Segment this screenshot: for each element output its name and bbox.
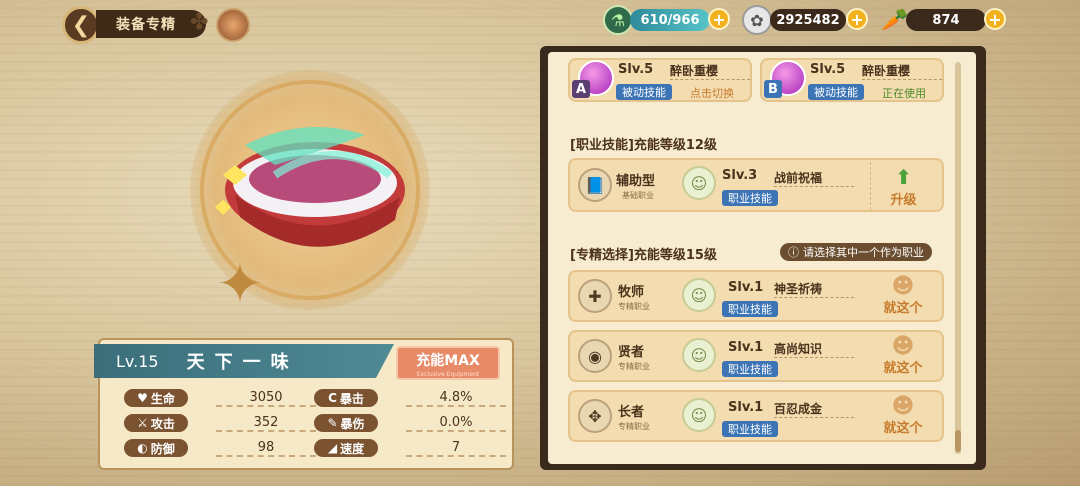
skill-b-type: 被动技能 xyxy=(808,84,864,100)
back-arrow-icon: ❮ xyxy=(71,12,91,38)
spec-skill-name: 百忍成金 xyxy=(774,400,854,418)
spec-skill-level: Slv.1 xyxy=(728,400,764,415)
sage-class-icon: ◉ xyxy=(578,339,612,373)
spec-skill-level: Slv.1 xyxy=(728,340,764,355)
pick-character-icon: ☻ xyxy=(891,334,915,359)
spec-skill-name: 神圣祈祷 xyxy=(774,280,854,298)
spec-skill-icon: ☺ xyxy=(682,398,716,432)
stat-row-speed: ◢ 速度 7 xyxy=(314,439,506,457)
coin-icon: ✿ xyxy=(742,5,772,35)
scrollbar[interactable] xyxy=(955,62,961,454)
skill-a-action[interactable]: 点击切换 xyxy=(690,85,734,101)
job-class-sub: 基础职业 xyxy=(622,191,654,200)
skill-b-action: 正在使用 xyxy=(882,87,926,100)
scrollbar-thumb[interactable] xyxy=(955,430,961,452)
spec-class-name: 长者 xyxy=(618,405,645,420)
elder-class-icon: ✥ xyxy=(578,399,612,433)
stat-row-atk: ⚔ 攻击 352 xyxy=(124,414,316,432)
priest-class-icon: ✚ xyxy=(578,279,612,313)
stat-row-crit-damage: ✎ 暴伤 0.0% xyxy=(314,414,506,432)
stamina-icon: ⚗ xyxy=(603,5,633,35)
equipment-level: Lv.15 xyxy=(116,351,159,371)
skill-a-name: 醉卧重樱 xyxy=(670,62,750,80)
stat-label-hp: ♥ 生命 xyxy=(124,389,188,407)
stat-label-crit: C 暴击 xyxy=(314,389,378,407)
job-skill-type: 职业技能 xyxy=(722,190,778,206)
charge-max-label: 充能MAX xyxy=(416,353,480,369)
clover-icon: ✤ xyxy=(190,10,209,35)
info-icon: ⓘ xyxy=(788,246,799,259)
job-skill-name: 战前祝福 xyxy=(774,169,854,187)
bowl-equipment-image xyxy=(215,127,405,247)
stamina-value: 610/966 xyxy=(630,9,710,31)
stat-value-hp: 3050 xyxy=(216,390,316,407)
stat-label-atk: ⚔ 攻击 xyxy=(124,414,188,432)
stat-value-crit: 4.8% xyxy=(406,390,506,407)
job-section-title: [职业技能]充能等级12级 xyxy=(570,138,717,153)
spec-class-sub: 专精职业 xyxy=(618,422,650,431)
crit-icon: C xyxy=(328,391,337,405)
slot-b-label: B xyxy=(764,80,782,98)
upgrade-button[interactable]: ⬆ 升级 xyxy=(870,162,936,210)
stat-label-def: ◐ 防御 xyxy=(124,439,188,457)
spec-hint: ⓘ 请选择其中一个作为职业 xyxy=(780,243,932,261)
slot-a-label: A xyxy=(572,80,590,98)
upgrade-arrow-icon: ⬆ xyxy=(895,164,912,189)
skill-b-level: Slv.5 xyxy=(810,62,846,77)
add-coins-button[interactable]: + xyxy=(846,8,868,30)
charge-max-sub: Exclusive Equipment xyxy=(416,371,480,378)
pick-label: 就这个 xyxy=(883,421,923,436)
spec-skill-level: Slv.1 xyxy=(728,280,764,295)
pick-button[interactable]: ☻ 就这个 xyxy=(874,272,932,318)
spec-class-name: 牧师 xyxy=(618,285,645,300)
sword-icon: ⚔ xyxy=(137,416,148,430)
crit-damage-icon: ✎ xyxy=(327,416,338,430)
heart-icon: ♥ xyxy=(137,391,148,405)
job-skill-icon: ☺ xyxy=(682,166,716,200)
emblem-icon[interactable] xyxy=(216,8,250,42)
spec-skill-type: 职业技能 xyxy=(722,361,778,377)
add-carrots-button[interactable]: + xyxy=(984,8,1006,30)
stat-value-speed: 7 xyxy=(406,440,506,457)
spec-skill-type: 职业技能 xyxy=(722,301,778,317)
stat-value-atk: 352 xyxy=(216,415,316,432)
spec-skill-name: 高尚知识 xyxy=(774,340,854,358)
spec-skill-icon: ☺ xyxy=(682,278,716,312)
pick-character-icon: ☻ xyxy=(891,394,915,419)
skill-a-level: Slv.5 xyxy=(618,62,654,77)
spec-class-name: 贤者 xyxy=(618,345,645,360)
book-class-icon: 📘 xyxy=(578,168,612,202)
job-class-name: 辅助型 xyxy=(616,174,656,189)
carrot-value: 874 xyxy=(906,9,986,31)
spec-skill-type: 职业技能 xyxy=(722,421,778,437)
add-stamina-button[interactable]: + xyxy=(708,8,730,30)
boot-icon: ◢ xyxy=(327,441,338,455)
spec-section-title: [专精选择]充能等级15级 xyxy=(570,248,717,263)
shield-icon: ◐ xyxy=(137,441,148,455)
stat-row-hp: ♥ 生命 3050 xyxy=(124,389,316,407)
equipment-name: 天下一味 xyxy=(186,352,299,373)
spec-class-sub: 专精职业 xyxy=(618,362,650,371)
stat-row-crit: C 暴击 4.8% xyxy=(314,389,506,407)
pick-label: 就这个 xyxy=(883,301,923,316)
skill-b-name: 醉卧重樱 xyxy=(862,62,942,80)
stat-label-speed: ◢ 速度 xyxy=(314,439,378,457)
pick-button[interactable]: ☻ 就这个 xyxy=(874,392,932,438)
stat-value-crit-damage: 0.0% xyxy=(406,415,506,432)
back-button[interactable]: ❮ xyxy=(62,6,100,44)
stat-label-crit-damage: ✎ 暴伤 xyxy=(314,414,378,432)
spec-class-sub: 专精职业 xyxy=(618,302,650,311)
coin-value: 2925482 xyxy=(770,9,846,31)
pick-character-icon: ☻ xyxy=(891,274,915,299)
pick-button[interactable]: ☻ 就这个 xyxy=(874,332,932,378)
skill-a-type: 被动技能 xyxy=(616,84,672,100)
job-skill-level: Slv.3 xyxy=(722,168,758,183)
upgrade-label: 升级 xyxy=(890,192,917,208)
stat-row-def: ◐ 防御 98 xyxy=(124,439,316,457)
charge-max-badge: 充能MAX Exclusive Equipment xyxy=(396,346,500,380)
stat-value-def: 98 xyxy=(216,440,316,457)
pick-label: 就这个 xyxy=(883,361,923,376)
spec-skill-icon: ☺ xyxy=(682,338,716,372)
equipment-title-bar: Lv.15 天下一味 xyxy=(94,344,394,378)
